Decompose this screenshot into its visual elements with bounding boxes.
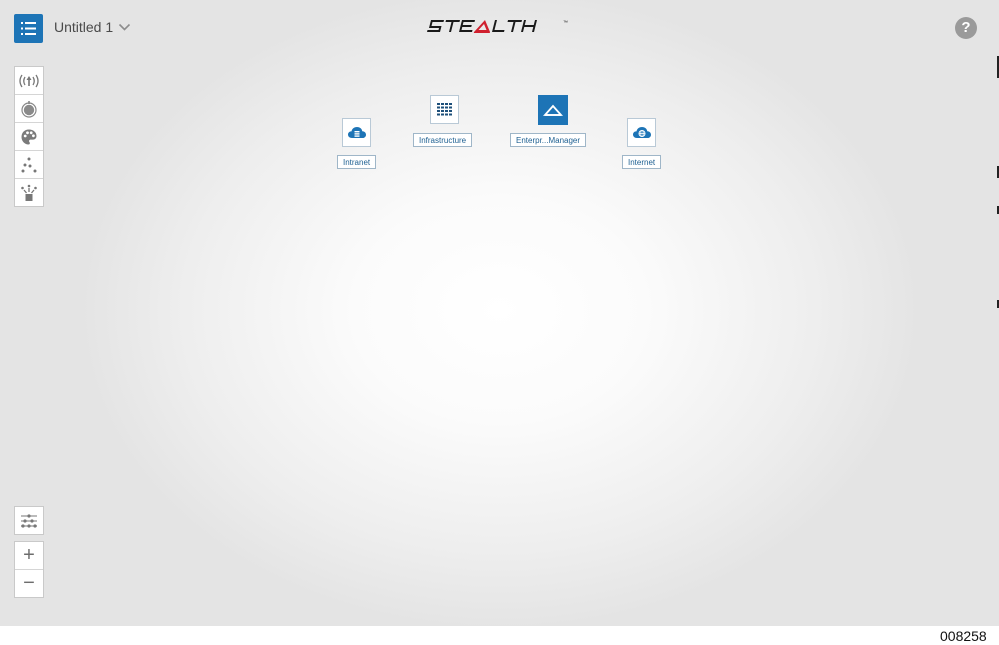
node-label: Internet	[622, 155, 662, 169]
palette-icon	[21, 129, 37, 144]
target-icon	[21, 100, 37, 118]
burst-icon	[21, 184, 37, 201]
cloud-server-icon	[342, 118, 371, 147]
scatter-dots-icon	[21, 157, 37, 172]
toolbar-target-button[interactable]	[15, 95, 43, 123]
chevron-down-icon[interactable]	[118, 20, 131, 34]
cloud-globe-icon	[627, 118, 656, 147]
toolbar-palette-button[interactable]	[15, 123, 43, 151]
enterprise-manager-icon	[538, 95, 568, 125]
node-label: Infrastructure	[413, 133, 473, 147]
node-intranet[interactable]: Intranet	[337, 118, 377, 172]
help-button[interactable]: ?	[955, 17, 977, 39]
zoom-out-button[interactable]: −	[15, 570, 43, 597]
document-title[interactable]: Untitled 1	[54, 19, 113, 35]
svg-text:™: ™	[563, 20, 568, 26]
node-infrastructure[interactable]: Infrastructure	[413, 95, 477, 147]
toolbar-burst-button[interactable]	[15, 179, 43, 206]
filter-settings-button[interactable]	[14, 506, 44, 535]
node-label: Enterpr...Manager	[510, 133, 587, 147]
zoom-in-button[interactable]: +	[15, 542, 43, 570]
toolbar-scatter-button[interactable]	[15, 151, 43, 179]
stealth-logo: ™	[425, 16, 575, 38]
node-label: Intranet	[337, 155, 377, 169]
node-enterprise-manager[interactable]: Enterpr...Manager	[510, 95, 598, 147]
grid-icon	[430, 95, 459, 124]
topology-canvas[interactable]: Untitled 1 ™ ? + − Intranet Infrastructu…	[0, 0, 999, 626]
zoom-controls: + −	[14, 541, 44, 598]
sliders-icon	[21, 513, 37, 528]
left-toolbar	[14, 66, 44, 207]
node-internet[interactable]: Internet	[622, 118, 664, 172]
broadcast-icon	[19, 74, 39, 87]
list-menu-icon	[21, 22, 36, 35]
toolbar-broadcast-button[interactable]	[15, 67, 43, 95]
figure-number: 008258	[940, 628, 987, 644]
menu-button[interactable]	[14, 14, 43, 43]
top-bar: Untitled 1 ™ ?	[0, 0, 999, 56]
